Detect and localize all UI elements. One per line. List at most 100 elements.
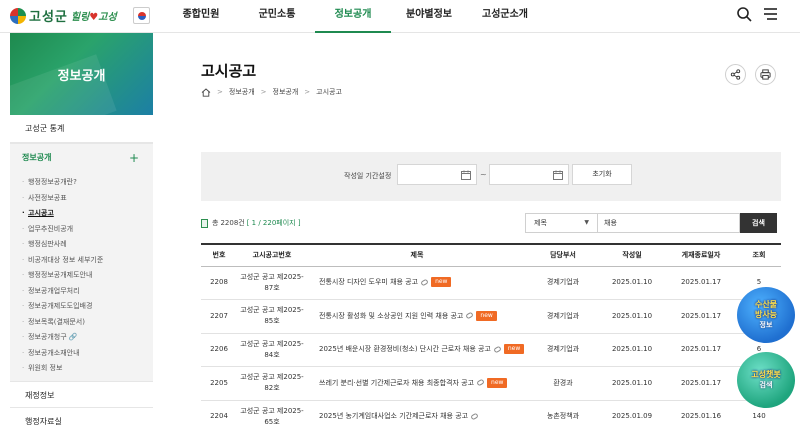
notice-title-cell[interactable]: 쓰레기 분리·선별 기간제근로자 채용 최종합격자 공고 new — [307, 367, 527, 401]
sidebar-sub-item[interactable]: 정보공개제도도입배경 — [10, 299, 153, 315]
menu-icon[interactable] — [762, 6, 778, 22]
column-header: 번호 — [212, 251, 226, 260]
end-date: 2025.01.16 — [680, 412, 722, 421]
sidebar-sub-item[interactable]: 정보공개업무처리 — [10, 284, 153, 300]
global-nav: 종합민원 군민소통 정보공개 분야별정보 고성군소개 — [163, 0, 543, 33]
created-date: 2025.01.10 — [611, 278, 653, 287]
attachment-icon — [470, 412, 479, 421]
attachment-icon — [476, 378, 485, 387]
sidebar-sub-item[interactable]: 행정정보공개란? — [10, 175, 153, 191]
search-field-select[interactable]: 제목 ▼ — [525, 213, 598, 233]
column-header: 제목 — [410, 251, 424, 260]
page-title: 고시공고 — [201, 62, 257, 80]
chatbot-widget[interactable]: 고성챗봇 검색 — [737, 352, 795, 408]
table-row: 2208 고성군 공고 제2025-87호 전통시장 디자인 도우미 채용 공고… — [201, 266, 781, 300]
notice-code: 고성군 공고 제2025-85호 — [240, 306, 304, 326]
korean-flag-icon[interactable] — [133, 7, 150, 24]
breadcrumb-separator: > — [304, 88, 311, 96]
gnb-item-about[interactable]: 고성군소개 — [467, 0, 543, 33]
header-tools — [736, 6, 778, 22]
new-badge: new — [503, 344, 525, 355]
sidebar-banner: 정보공개 — [10, 33, 153, 115]
breadcrumb-item[interactable]: 정보공개 — [229, 87, 255, 97]
print-icon — [760, 69, 771, 80]
calendar-icon[interactable] — [461, 170, 471, 180]
breadcrumb-separator: > — [260, 88, 267, 96]
sidebar-item-archive[interactable]: 행정자료실 — [10, 408, 153, 430]
search-button[interactable]: 검색 — [740, 213, 777, 233]
sidebar-sub-item-active[interactable]: 고시공고 — [10, 206, 153, 222]
attachment-icon — [493, 345, 502, 354]
page-tools — [725, 64, 776, 85]
row-number: 2207 — [210, 311, 228, 320]
table-row: 2205 고성군 공고 제2025-82호 쓰레기 분리·선별 기간제근로자 채… — [201, 367, 781, 401]
sidebar-item-statistics[interactable]: 고성군 통계 — [10, 115, 153, 143]
sidebar-sub-item[interactable]: 위원회 정보 — [10, 361, 153, 377]
expand-icon[interactable]: + — [129, 144, 139, 172]
share-button[interactable] — [725, 64, 746, 85]
sidebar-sub-item[interactable]: 정보공개소재안내 — [10, 346, 153, 362]
department: 환경과 — [553, 378, 573, 387]
home-icon[interactable] — [201, 87, 211, 97]
document-icon — [201, 218, 208, 228]
sidebar-sub-item[interactable]: 정보목록(결재문서) — [10, 315, 153, 331]
start-date-input[interactable] — [397, 164, 477, 185]
reset-button[interactable]: 초기화 — [572, 164, 632, 185]
notice-title-link[interactable]: 전통시장 활성화 및 소상공인 지원 인력 채용 공고 — [319, 312, 463, 320]
sidebar-submenu: 행정정보공개란? 사전정보공표 고시공고 업무추진비공개 행정심판사례 비공개대… — [10, 171, 153, 381]
sidebar-group-label: 정보공개 — [22, 153, 52, 162]
row-number: 2204 — [210, 412, 228, 421]
date-filter-panel: 작성일 기간설정 ~ 초기화 — [201, 152, 781, 201]
gnb-item-fields[interactable]: 분야별정보 — [391, 0, 467, 33]
sidebar-banner-title: 정보공개 — [57, 68, 106, 84]
share-icon — [730, 69, 741, 80]
notice-title-cell[interactable]: 전통시장 디자인 도우미 채용 공고 new — [307, 266, 527, 300]
search-icon[interactable] — [736, 6, 752, 22]
table-row: 2204 고성군 공고 제2025-65호 2025년 농기계임대사업소 기간제… — [201, 400, 781, 430]
sidebar-sub-item[interactable]: 행정심판사례 — [10, 237, 153, 253]
sidebar-sub-item-external[interactable]: 정보공개청구🔗 — [10, 330, 153, 346]
gnb-item-disclosure[interactable]: 정보공개 — [315, 0, 391, 33]
sidebar-sub-item[interactable]: 업무추진비공개 — [10, 222, 153, 238]
attachment-icon — [465, 311, 475, 320]
breadcrumb-item-current: 고시공고 — [316, 88, 342, 96]
print-button[interactable] — [755, 64, 776, 85]
site-logo[interactable]: 고성군 힐링♥고성 — [10, 6, 117, 25]
radiation-info-widget[interactable]: 수산물 방사능 정보 — [737, 287, 795, 343]
notice-title-link[interactable]: 2025년 배운시장 환경정비(청소) 단시간 근로자 채용 공고 — [319, 345, 491, 353]
new-badge: new — [431, 277, 452, 288]
notice-title-link[interactable]: 2025년 농기계임대사업소 기간제근로자 채용 공고 — [319, 412, 468, 420]
sidebar-sub-item[interactable]: 사전정보공표 — [10, 191, 153, 207]
gnb-item-communication[interactable]: 군민소통 — [239, 0, 315, 33]
notice-title-link[interactable]: 쓰레기 분리·선별 기간제근로자 채용 최종합격자 공고 — [319, 379, 474, 387]
breadcrumb-item[interactable]: 정보공개 — [273, 87, 299, 97]
calendar-icon[interactable] — [553, 170, 563, 180]
sidebar-nav: 고성군 통계 정보공개 + 행정정보공개란? 사전정보공표 고시공고 업무추진비… — [10, 115, 153, 430]
department: 농촌정책과 — [546, 412, 580, 421]
department: 경제기업과 — [546, 345, 580, 354]
site-header: 고성군 힐링♥고성 종합민원 군민소통 정보공개 분야별정보 고성군소개 — [0, 0, 800, 33]
column-header: 고시공고번호 — [252, 251, 292, 260]
attachment-icon — [420, 278, 429, 287]
gnb-item-service[interactable]: 종합민원 — [163, 0, 239, 33]
notice-code: 고성군 공고 제2025-82호 — [240, 373, 304, 393]
table-row: 2207 고성군 공고 제2025-85호 전통시장 활성화 및 소상공인 지원… — [201, 300, 781, 334]
logo-mark-icon — [10, 7, 26, 24]
search-input[interactable]: 채용 — [597, 213, 740, 233]
created-date: 2025.01.10 — [611, 345, 653, 354]
end-date-input[interactable] — [489, 164, 569, 185]
notice-title-cell[interactable]: 2025년 농기계임대사업소 기간제근로자 채용 공고 — [307, 400, 527, 430]
sidebar-sub-item[interactable]: 비공개대상 정보 세부기준 — [10, 253, 153, 269]
new-badge: new — [487, 377, 508, 388]
notice-code: 고성군 공고 제2025-87호 — [240, 272, 304, 292]
sidebar-item-finance[interactable]: 재정정보 — [10, 380, 153, 408]
notice-title-cell[interactable]: 2025년 배운시장 환경정비(청소) 단시간 근로자 채용 공고 new — [307, 333, 527, 367]
notice-title-cell[interactable]: 전통시장 활성화 및 소상공인 지원 인력 채용 공고 new — [307, 300, 527, 334]
end-date: 2025.01.17 — [680, 345, 722, 354]
notice-title-link[interactable]: 전통시장 디자인 도우미 채용 공고 — [319, 278, 418, 286]
notice-table: 번호 고시공고번호 제목 담당부서 작성일 게재종료일자 조회 2208 고성군… — [201, 243, 781, 430]
sidebar-group-disclosure[interactable]: 정보공개 + — [10, 143, 153, 171]
sidebar-sub-item[interactable]: 행정정보공개제도안내 — [10, 268, 153, 284]
created-date: 2025.01.10 — [611, 378, 653, 387]
column-header: 담당부서 — [550, 251, 576, 260]
